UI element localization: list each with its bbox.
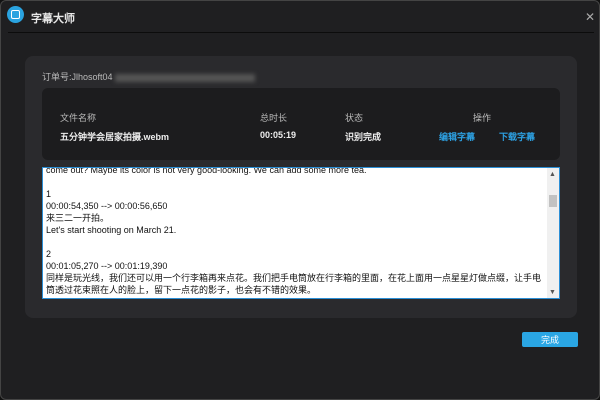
chevron-down-icon[interactable]: ▼ xyxy=(549,289,556,296)
header-actions: 操作 xyxy=(473,113,492,123)
order-number: 订单号:Jlhosoft04 xyxy=(42,70,255,83)
done-button[interactable]: 完成 xyxy=(522,332,578,347)
header-duration: 总时长 xyxy=(260,113,288,123)
subtitle-content: come out? Maybe its color is not very go… xyxy=(46,167,542,298)
scrollbar[interactable]: ▲ ▼ xyxy=(547,168,559,298)
download-subtitle-link[interactable]: 下载字幕 xyxy=(499,130,535,143)
cell-filename: 五分钟学会居家拍摄.webm xyxy=(60,132,170,142)
scrollbar-thumb[interactable] xyxy=(549,195,557,207)
order-label: 订单号:Jlhosoft04 xyxy=(42,72,113,82)
subtitle-logo-icon xyxy=(7,6,24,23)
header-status: 状态 xyxy=(345,113,364,123)
divider xyxy=(8,32,594,33)
header-filename: 文件名称 xyxy=(60,113,97,123)
blurred-order-id xyxy=(114,73,255,82)
file-table: 文件名称 总时长 状态 操作 五分钟学会居家拍摄.webm 00:05:19 识… xyxy=(42,88,560,160)
subtitle-textarea[interactable]: come out? Maybe its color is not very go… xyxy=(42,167,560,299)
chevron-up-icon[interactable]: ▲ xyxy=(549,171,556,178)
edit-subtitle-link[interactable]: 编辑字幕 xyxy=(439,130,475,143)
cell-status: 识别完成 xyxy=(345,132,382,142)
window-title: 字幕大师 xyxy=(31,13,75,25)
close-icon[interactable]: ✕ xyxy=(585,10,595,24)
app-window: 字幕大师 ✕ 订单号:Jlhosoft04 文件名称 总时长 状态 操作 五分钟… xyxy=(0,0,600,400)
cell-duration: 00:05:19 xyxy=(260,130,297,140)
